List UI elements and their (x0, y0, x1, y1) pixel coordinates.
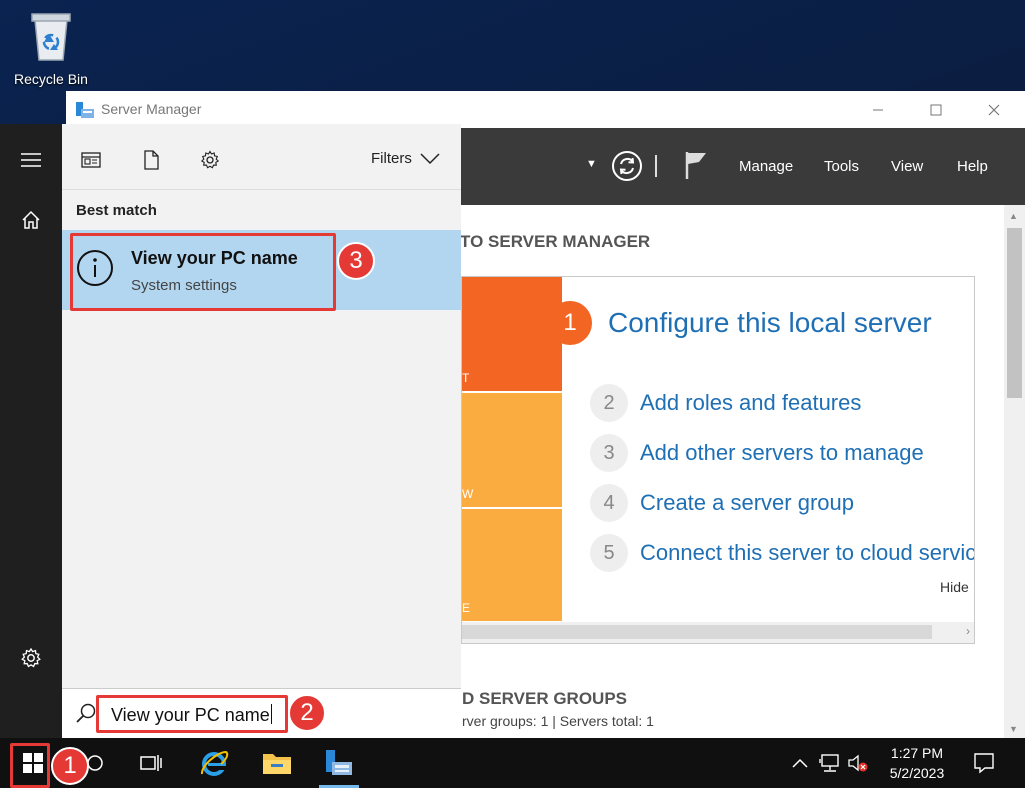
step-label: Add other servers to manage (640, 440, 924, 465)
nav-dropdown-icon[interactable]: ▼ (586, 158, 597, 170)
task-view-button[interactable] (127, 738, 175, 788)
scroll-up-icon[interactable]: ▲ (1009, 211, 1018, 221)
refresh-icon[interactable] (611, 150, 643, 182)
whats-new-tile[interactable]: W (462, 393, 562, 507)
roles-section-summary: rver groups: 1 | Servers total: 1 (462, 713, 654, 729)
scrollbar-thumb[interactable] (1007, 228, 1022, 398)
add-roles-link[interactable]: 2 Add roles and features (590, 384, 861, 422)
search-scope-toolbar: Filters (62, 124, 461, 190)
expand-menu-button[interactable] (0, 136, 62, 184)
start-rail (0, 124, 62, 738)
action-center-button[interactable] (964, 738, 1004, 788)
quick-start-tile[interactable]: T (462, 277, 562, 391)
home-icon (22, 210, 40, 229)
minimize-button[interactable] (849, 91, 907, 128)
maximize-button[interactable] (907, 91, 965, 128)
create-server-group-link[interactable]: 4 Create a server group (590, 484, 854, 522)
step-number: 5 (590, 534, 628, 572)
best-match-heading: Best match (76, 202, 157, 219)
configure-local-server-link[interactable]: 1 Configure this local server (548, 301, 932, 345)
close-icon (988, 104, 1000, 115)
annotation-badge-1: 1 (51, 747, 89, 785)
taskbar: 1:27 PM 5/2/2023 (0, 738, 1025, 788)
network-icon (819, 754, 839, 772)
step-label: Configure this local server (608, 307, 932, 338)
scrollbar-thumb[interactable] (462, 625, 932, 639)
quick-start-panel: T W E 1 Configure this local server 2 Ad… (461, 276, 975, 644)
internet-explorer-icon (201, 750, 229, 776)
network-button[interactable] (815, 738, 845, 788)
search-icon (76, 703, 96, 723)
chevron-down-icon (420, 152, 440, 164)
close-button[interactable] (965, 91, 1023, 128)
step-number: 1 (548, 301, 592, 345)
annotation-badge-2: 2 (288, 694, 326, 732)
chevron-up-icon (792, 758, 808, 768)
settings-button[interactable] (0, 634, 62, 682)
step-label: Create a server group (640, 490, 854, 515)
vertical-scrollbar[interactable]: ▲ ▼ (1004, 205, 1025, 738)
menu-manage[interactable]: Manage (739, 158, 793, 175)
annotation-box-search (96, 695, 288, 733)
learn-more-tile[interactable]: E (462, 509, 562, 621)
clock-date: 5/2/2023 (889, 765, 945, 781)
tile-label: T (462, 371, 470, 385)
menu-tools[interactable]: Tools (824, 158, 859, 175)
server-manager-taskbar-button[interactable] (315, 738, 363, 788)
add-servers-link[interactable]: 3 Add other servers to manage (590, 434, 924, 472)
annotation-box-result (70, 233, 336, 311)
notification-icon (974, 753, 994, 774)
annotation-box-start (10, 743, 50, 788)
hide-link[interactable]: Hide (940, 579, 969, 595)
recycle-bin-label: Recycle Bin (14, 71, 88, 87)
server-manager-app-icon (76, 102, 94, 118)
step-number: 2 (590, 384, 628, 422)
clock[interactable]: 1:27 PM 5/2/2023 (872, 743, 962, 783)
home-button[interactable] (0, 196, 62, 244)
show-hidden-icons-button[interactable] (786, 738, 814, 788)
internet-explorer-button[interactable] (190, 738, 238, 788)
welcome-heading: TO SERVER MANAGER (460, 232, 651, 251)
clock-time: 1:27 PM (890, 745, 944, 761)
apps-scope-icon[interactable] (80, 149, 102, 171)
roles-section-title: D SERVER GROUPS (462, 689, 628, 708)
file-explorer-button[interactable] (253, 738, 301, 788)
minimize-icon (873, 109, 883, 110)
scroll-right-icon[interactable]: › (966, 624, 970, 638)
step-number: 3 (590, 434, 628, 472)
gear-icon (21, 647, 41, 668)
window-title: Server Manager (101, 101, 202, 117)
filters-label: Filters (371, 150, 412, 167)
step-label: Add roles and features (640, 390, 862, 415)
menu-help[interactable]: Help (957, 158, 988, 175)
volume-muted-icon (848, 754, 868, 772)
connect-cloud-link[interactable]: 5 Connect this server to cloud servic (590, 534, 975, 572)
server-manager-icon (326, 750, 352, 775)
volume-button[interactable] (845, 738, 871, 788)
maximize-icon (930, 104, 942, 115)
toolbar-separator (655, 155, 657, 177)
tile-label: W (462, 487, 474, 501)
recycle-bin[interactable]: Recycle Bin (8, 8, 94, 87)
horizontal-scrollbar[interactable]: › (462, 622, 974, 643)
filters-dropdown[interactable]: Filters (371, 150, 440, 167)
search-results-pane: Filters Best match View your PC name Sys… (62, 124, 461, 738)
start-menu: Filters Best match View your PC name Sys… (0, 124, 461, 738)
task-view-icon (140, 755, 162, 771)
documents-scope-icon[interactable] (140, 149, 162, 171)
hamburger-icon (21, 153, 41, 167)
tile-label: E (462, 601, 471, 615)
annotation-badge-3: 3 (337, 242, 375, 280)
settings-scope-gear-icon[interactable] (199, 149, 221, 171)
recycle-bin-icon (31, 13, 71, 61)
step-number: 4 (590, 484, 628, 522)
notifications-flag-icon[interactable] (684, 150, 708, 180)
folder-icon (263, 754, 291, 774)
title-bar[interactable]: Server Manager (66, 91, 1025, 128)
scroll-down-icon[interactable]: ▼ (1009, 724, 1018, 734)
menu-view[interactable]: View (891, 158, 923, 175)
step-label: Connect this server to cloud servic (640, 540, 975, 565)
